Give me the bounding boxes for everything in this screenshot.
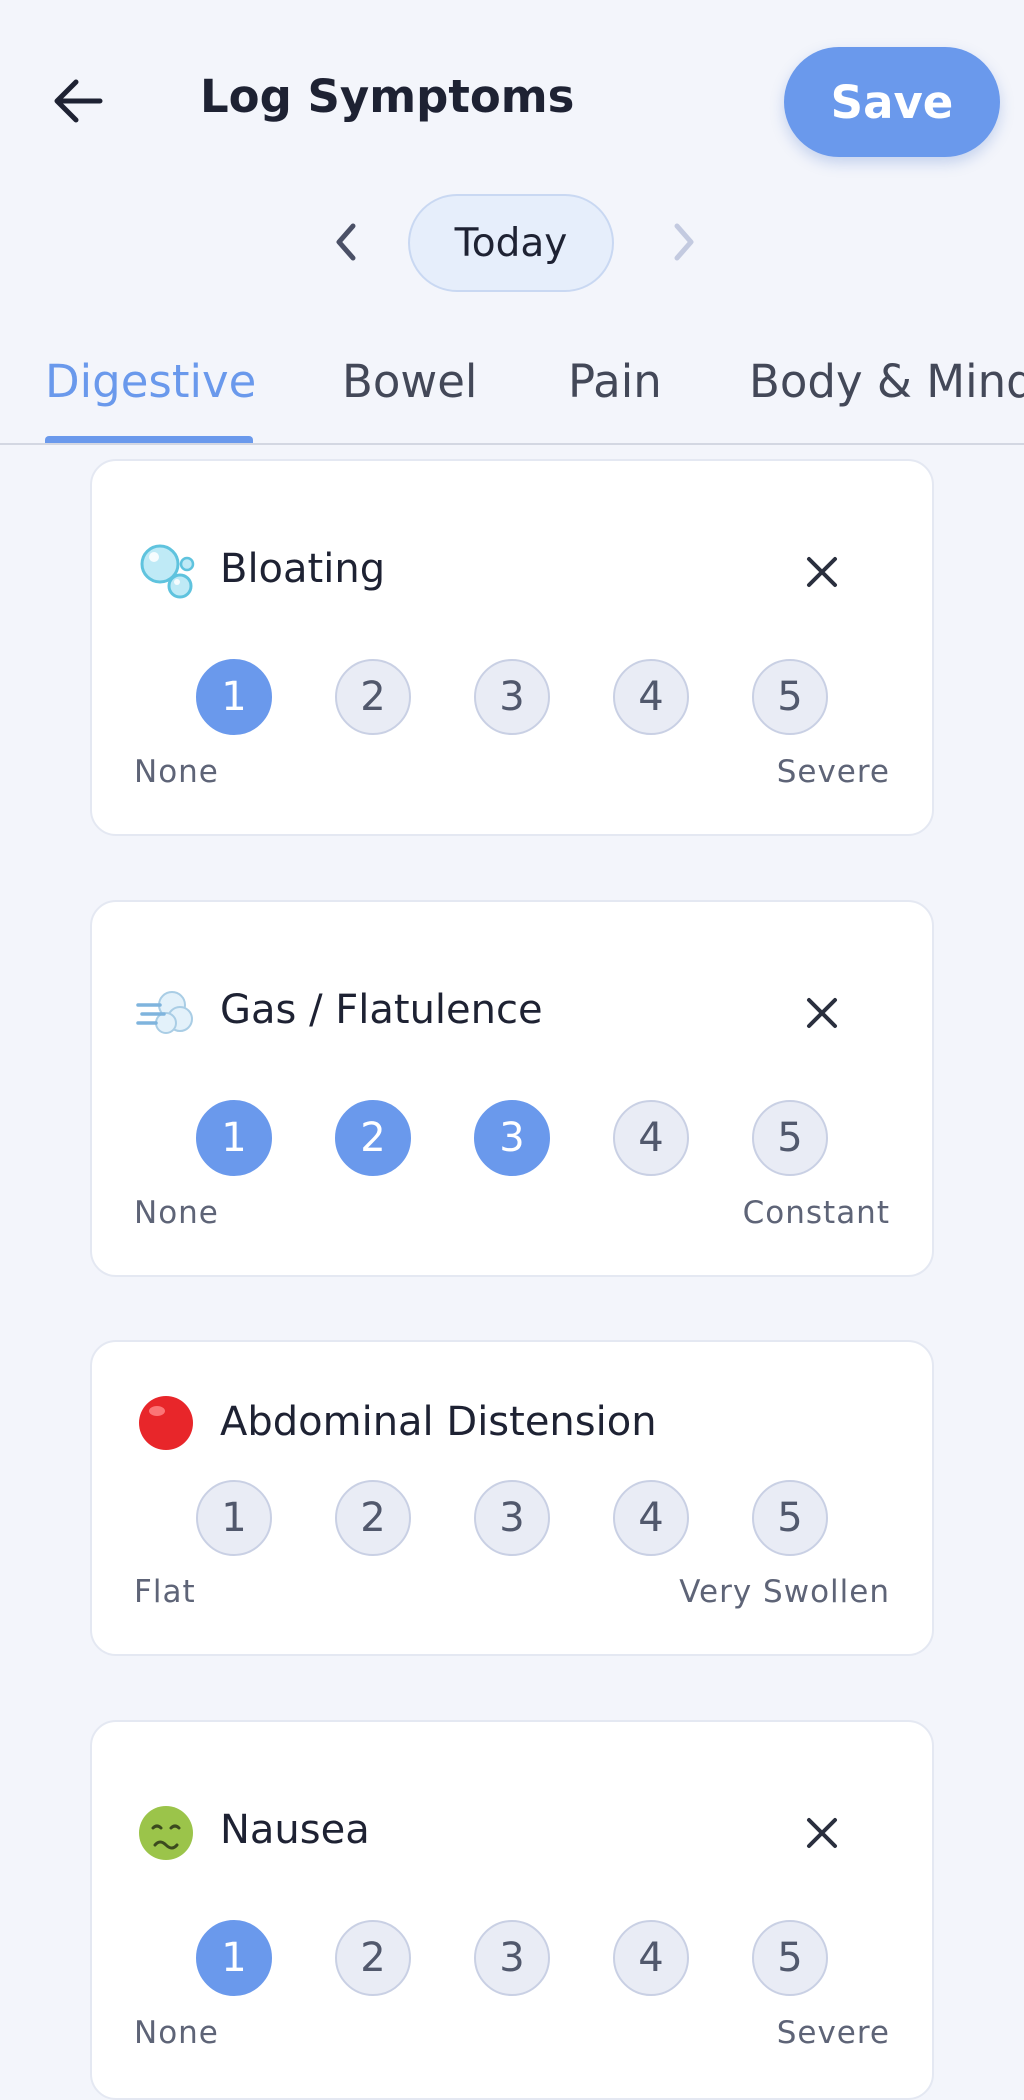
severity-option-4[interactable]: 4 [613,1100,689,1176]
symptom-name: Bloating [220,546,386,592]
severity-scale: 12345 [196,1100,836,1178]
severity-option-1[interactable]: 1 [196,659,272,735]
category-tabs: Digestive Bowel Pain Body & Mind [0,335,1024,445]
dashing-away-icon [136,991,193,1034]
severity-option-1[interactable]: 1 [196,1920,272,1996]
severity-option-4[interactable]: 4 [613,1480,689,1556]
severity-scale: 12345 [196,1480,836,1558]
page-title: Log Symptoms [200,70,575,123]
scale-min-label: None [134,754,219,790]
tab-pain[interactable]: Pain [568,355,662,408]
severity-option-5[interactable]: 5 [752,1480,828,1556]
nauseated-face-icon [139,1806,193,1860]
tab-digestive[interactable]: Digestive [45,355,256,408]
close-icon [807,557,837,587]
severity-option-2[interactable]: 2 [335,659,411,735]
scale-max-label: Constant [742,1195,890,1231]
scale-min-label: None [134,2015,219,2051]
previous-day-button[interactable] [314,210,378,274]
save-button[interactable]: Save [784,47,1000,157]
symptom-name: Nausea [220,1807,370,1853]
remove-symptom-button[interactable] [792,1803,852,1863]
remove-symptom-button[interactable] [792,542,852,602]
severity-option-3[interactable]: 3 [474,1480,550,1556]
remove-symptom-button[interactable] [792,983,852,1043]
symptom-card-gas-flatulence: Gas / Flatulence 12345 None Constant [90,900,934,1277]
severity-option-3[interactable]: 3 [474,1920,550,1996]
symptom-card-bloating: Bloating 12345 None Severe [90,459,934,836]
close-icon [807,1818,837,1848]
active-tab-indicator [45,436,253,443]
scale-min-label: Flat [134,1574,196,1610]
current-date-pill[interactable]: Today [408,194,614,292]
close-icon [807,998,837,1028]
scale-max-label: Severe [776,2015,890,2051]
date-navigator: Today [0,190,1024,300]
severity-option-1[interactable]: 1 [196,1100,272,1176]
symptom-card-abdominal-distension: Abdominal Distension 12345 Flat Very Swo… [90,1340,934,1656]
symptom-name: Abdominal Distension [220,1399,657,1445]
bubbles-icon [140,544,195,599]
severity-option-5[interactable]: 5 [752,659,828,735]
next-day-button[interactable] [652,210,716,274]
tab-bowel[interactable]: Bowel [342,355,477,408]
severity-scale: 12345 [196,659,836,737]
severity-option-5[interactable]: 5 [752,1920,828,1996]
top-bar: Log Symptoms Save [0,0,1024,175]
severity-option-2[interactable]: 2 [335,1920,411,1996]
arrow-left-icon [54,79,103,123]
symptom-name: Gas / Flatulence [220,987,543,1033]
severity-scale: 12345 [196,1920,836,1998]
severity-option-2[interactable]: 2 [335,1100,411,1176]
scale-max-label: Very Swollen [679,1574,890,1610]
symptom-card-nausea: Nausea 12345 None Severe [90,1720,934,2100]
severity-option-4[interactable]: 4 [613,1920,689,1996]
tab-body-and-mind[interactable]: Body & Mind [749,355,1024,408]
severity-option-2[interactable]: 2 [335,1480,411,1556]
severity-option-3[interactable]: 3 [474,1100,550,1176]
scale-min-label: None [134,1195,219,1231]
back-button[interactable] [40,63,116,139]
severity-option-4[interactable]: 4 [613,659,689,735]
red-circle-icon [139,1396,193,1450]
chevron-right-icon [674,223,694,261]
chevron-left-icon [336,223,356,261]
scale-max-label: Severe [776,754,890,790]
severity-option-3[interactable]: 3 [474,659,550,735]
severity-option-5[interactable]: 5 [752,1100,828,1176]
severity-option-1[interactable]: 1 [196,1480,272,1556]
